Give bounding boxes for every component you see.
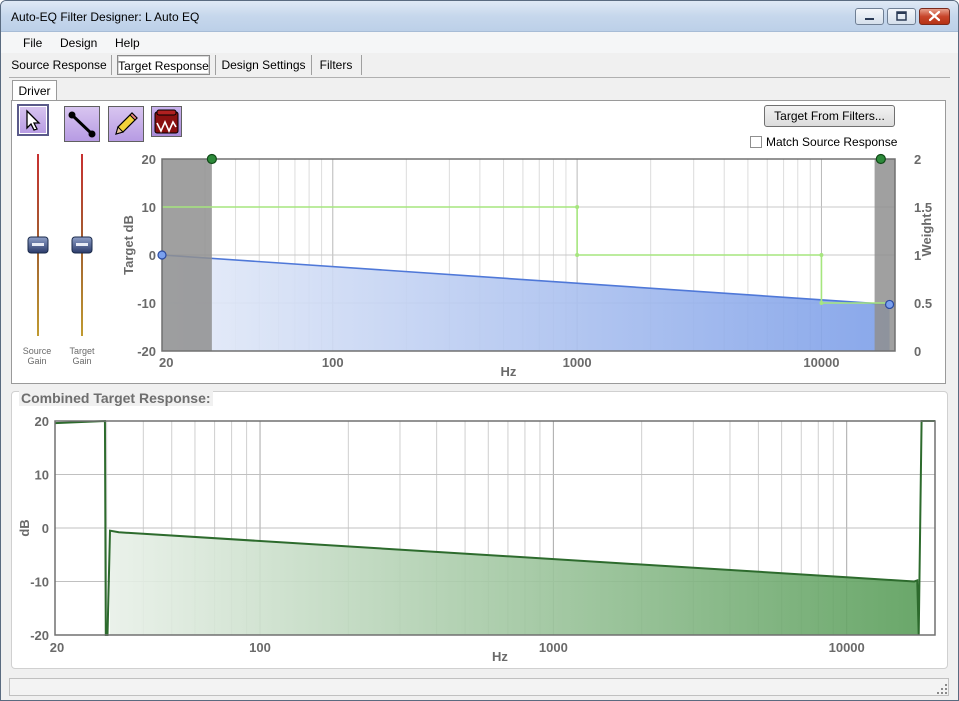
y-tick-label: 0	[42, 521, 49, 536]
tab-driver[interactable]: Driver	[12, 80, 57, 101]
speaker-curve-icon	[154, 109, 179, 134]
y2-tick-label: 1.5	[914, 200, 932, 215]
weight-handle[interactable]	[875, 153, 886, 165]
line-tool-button[interactable]	[64, 106, 100, 142]
weight-point	[575, 253, 580, 257]
combined-response-chart: 20100-10-2020 100 1000 10000HzdB	[17, 414, 936, 664]
pencil-icon	[115, 112, 138, 135]
title-bar: Auto-EQ Filter Designer: L Auto EQ	[1, 1, 958, 32]
close-button[interactable]	[919, 8, 950, 25]
target-handle[interactable]	[157, 250, 167, 260]
x-tick-label: 10000	[829, 640, 865, 655]
line-segment-icon	[68, 111, 96, 138]
x-tick-label: 100	[249, 640, 271, 655]
x-tick-label: 20	[50, 640, 64, 655]
excluded-band	[162, 159, 212, 351]
weight-handle[interactable]	[206, 153, 217, 165]
tab-filters[interactable]: Filters	[315, 55, 357, 75]
target-gain-label: Target Gain	[69, 346, 95, 366]
y2-tick-label: 0.5	[914, 296, 932, 311]
menu-bar: File Design Help	[1, 32, 958, 53]
target-from-filters-button[interactable]: Target From Filters...	[764, 105, 895, 127]
x-tick-label: 10000	[803, 355, 839, 370]
x-tick-label: 1000	[563, 355, 592, 370]
select-tool-button[interactable]	[17, 104, 49, 136]
y-axis-label: Target dB	[121, 215, 136, 275]
tab-separator	[215, 55, 216, 75]
x-tick-label: 20	[159, 355, 173, 370]
resize-grip-icon[interactable]	[935, 682, 949, 696]
y-tick-label: 20	[142, 152, 156, 167]
tab-target-response[interactable]: Target Response	[117, 55, 210, 75]
minimize-button[interactable]	[855, 8, 884, 25]
y-tick-label: 0	[149, 248, 156, 263]
house-curve-tool-button[interactable]	[151, 106, 182, 137]
y-axis-label: dB	[17, 519, 32, 536]
menu-file[interactable]: File	[23, 36, 42, 50]
maximize-button[interactable]	[887, 8, 916, 25]
gain-sliders	[27, 154, 93, 336]
y-tick-label: -10	[137, 296, 156, 311]
target-gain-thumb[interactable]	[71, 236, 93, 254]
y-tick-label: -20	[30, 628, 49, 643]
arrow-cursor-icon	[26, 109, 41, 131]
y-tick-label: 10	[35, 468, 49, 483]
tab-separator	[111, 55, 112, 75]
target-response-chart[interactable]: 20100-10-2021.510.5020 100 1000 10000HzTarg…	[113, 141, 943, 381]
menu-design[interactable]: Design	[60, 36, 97, 50]
combined-target-title: Combined Target Response:	[19, 390, 213, 406]
maximize-icon	[896, 11, 907, 21]
app-window: Auto-EQ Filter Designer: L Auto EQ File …	[0, 0, 959, 701]
target-handle[interactable]	[884, 299, 895, 310]
weight-point	[819, 253, 824, 257]
excluded-band	[874, 159, 895, 351]
y-tick-label: -10	[30, 575, 49, 590]
weight-point	[819, 301, 824, 305]
y-tick-label: 10	[142, 200, 156, 215]
pencil-tool-button[interactable]	[108, 106, 144, 142]
y2-tick-label: 2	[914, 152, 921, 167]
tab-separator	[361, 55, 362, 75]
tab-design-settings[interactable]: Design Settings	[220, 55, 307, 75]
weight-point	[575, 205, 580, 209]
y-tick-label: -20	[137, 344, 156, 359]
y-tick-label: 20	[35, 414, 49, 429]
menu-help[interactable]: Help	[115, 36, 140, 50]
tab-strip-divider	[9, 77, 950, 78]
status-panel	[9, 678, 949, 696]
close-icon	[928, 10, 941, 22]
y2-axis-label: Weight	[919, 213, 934, 257]
minimize-icon	[865, 18, 874, 20]
main-tabs: Source Response Target Response Design S…	[1, 53, 958, 77]
x-axis-label: Hz	[492, 649, 508, 664]
source-gain-thumb[interactable]	[27, 236, 49, 254]
y2-tick-label: 0	[914, 344, 921, 359]
source-gain-label: Source Gain	[22, 346, 52, 366]
window-title: Auto-EQ Filter Designer: L Auto EQ	[11, 10, 200, 24]
x-axis-label: Hz	[501, 364, 517, 379]
tab-source-response[interactable]: Source Response	[11, 55, 107, 75]
x-tick-label: 100	[322, 355, 344, 370]
status-bar	[1, 676, 958, 700]
tab-separator	[311, 55, 312, 75]
x-tick-label: 1000	[539, 640, 568, 655]
